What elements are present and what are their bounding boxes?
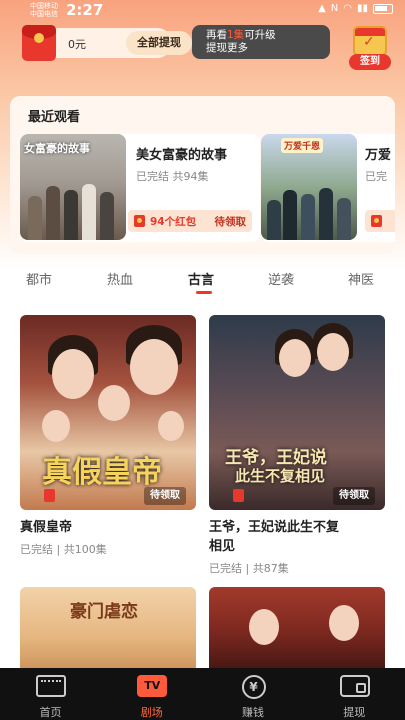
thumbnail-caption: 万爱千恩 (281, 138, 324, 153)
recent-item-title: 万爱 (365, 148, 392, 163)
nav-theater[interactable]: TV 剧场 (101, 668, 202, 720)
red-packet-reward-button[interactable]: 94个红包 待领取 (128, 210, 252, 232)
recently-watched-panel: 最近观看 女富豪的故事 美女富豪的故事 已完结 共94集 94个红包 待领取 万… (10, 96, 395, 254)
carrier-info: 中国移动 中国电信 (30, 2, 58, 18)
tab-guyan[interactable]: 古言 (188, 269, 214, 288)
drama-card[interactable]: 王爷，王妃说 此生不复相见 待领取 王爷，王妃说此生不复 相见 已完结 | 共8… (209, 315, 387, 576)
nav-label: 剧场 (140, 706, 163, 719)
promo-line-1: 再看1集可升级 (206, 29, 330, 42)
nav-label: 首页 (39, 706, 62, 719)
promo-post: 可升级 (244, 29, 276, 41)
checkin-label: 签到 (349, 54, 391, 70)
tv-icon: TV (137, 675, 168, 697)
recently-watched-title: 最近观看 (28, 110, 81, 125)
red-packet-icon (233, 489, 244, 502)
signal-icon: ▮▮ (356, 3, 368, 14)
poster-reward-badge[interactable]: 待领取 (233, 487, 385, 505)
withdraw-all-button[interactable]: 全部提现 (126, 31, 192, 55)
battery-icon (373, 3, 393, 14)
drama-poster-partial[interactable] (209, 587, 385, 677)
film-icon (36, 675, 66, 697)
wallet-pill: 0元 全部提现 (22, 25, 192, 61)
poster-title: 豪门虐恋 (70, 602, 138, 622)
carrier-2: 中国电信 (30, 10, 58, 18)
reward-count: 94个红包 (150, 216, 197, 228)
drama-title: 真假皇帝 (20, 520, 73, 535)
red-packet-reward-button[interactable] (365, 210, 395, 232)
red-packet-icon (371, 215, 382, 227)
drama-title: 王爷，王妃说此生不复 相见 (209, 518, 387, 556)
bottom-nav: 首页 TV 剧场 ¥ 赚钱 提现 (0, 668, 405, 720)
reward-claim-label: 待领取 (333, 487, 375, 505)
status-bar: 中国移动 中国电信 2:27 ▲ N ◠ ▮▮ (0, 0, 405, 22)
tab-shenyi[interactable]: 神医 (348, 269, 374, 288)
reward-claim-label: 待领取 (144, 487, 186, 505)
promo-highlight: 1集 (227, 29, 245, 41)
drama-poster-partial[interactable]: 豪门虐恋 (20, 587, 196, 677)
drama-meta: 已完结 | 共87集 (209, 562, 289, 575)
recent-item[interactable]: 女富豪的故事 美女富豪的故事 已完结 共94集 94个红包 待领取 (20, 134, 260, 242)
promo-pre: 再看 (206, 29, 227, 41)
recent-item-meta: 已完结 共94集 (136, 170, 209, 183)
red-envelope-icon (22, 25, 56, 61)
nav-earn[interactable]: ¥ 赚钱 (203, 668, 304, 720)
tab-rexue[interactable]: 热血 (107, 269, 133, 288)
poster-subtitle: 此生不复相见 (235, 467, 326, 485)
nav-label: 赚钱 (242, 706, 264, 719)
nav-label: 提现 (343, 706, 366, 719)
recent-item-thumbnail: 万爱千恩 (261, 134, 357, 240)
red-packet-icon (134, 215, 145, 227)
status-icons: ▲ N ◠ ▮▮ (318, 3, 393, 14)
tab-dushi[interactable]: 都市 (26, 269, 52, 288)
drama-title-line-1: 王爷，王妃说此生不复 (209, 520, 340, 535)
nfc-icon: N (330, 3, 339, 14)
thumbnail-caption: 女富豪的故事 (24, 142, 90, 155)
yen-coin-icon: ¥ (241, 675, 266, 699)
nav-home[interactable]: 首页 (0, 668, 101, 720)
wallet-icon (339, 675, 370, 697)
clock: 2:27 (66, 1, 104, 19)
drama-title-line-2: 相见 (209, 539, 236, 554)
thumbnail-figures (20, 170, 126, 240)
red-packet-icon (44, 489, 55, 502)
drama-card[interactable]: 真假皇帝 待领取 真假皇帝 已完结 | 共100集 (20, 315, 198, 557)
active-tab-indicator (196, 291, 212, 294)
checkin-button[interactable]: ✓ 签到 (347, 24, 393, 70)
wifi-icon: ◠ (343, 3, 352, 14)
balance-amount: 0元 (68, 38, 86, 51)
promo-line-2: 提现更多 (206, 42, 248, 54)
poster-reward-badge[interactable]: 待领取 (44, 487, 196, 505)
reward-claim-label: 待领取 (214, 216, 247, 228)
recent-item-thumbnail: 女富豪的故事 (20, 134, 126, 240)
check-icon: ✓ (363, 34, 375, 50)
notification-icon: ▲ (318, 3, 326, 14)
drama-poster: 王爷，王妃说 此生不复相见 待领取 (209, 315, 385, 510)
upgrade-promo-bubble[interactable]: 再看1集可升级 提现更多 (192, 25, 330, 59)
drama-meta: 已完结 | 共100集 (20, 543, 107, 556)
recent-item-meta: 已完 (365, 170, 387, 183)
drama-poster: 真假皇帝 待领取 (20, 315, 196, 510)
poster-title: 真假皇帝 (42, 455, 162, 490)
thumbnail-figures (261, 170, 357, 240)
tab-nixi[interactable]: 逆袭 (268, 269, 294, 288)
recent-item[interactable]: 万爱千恩 万爱 已完 (261, 134, 395, 242)
recent-item-title: 美女富豪的故事 (136, 148, 228, 163)
carrier-1: 中国移动 (30, 2, 58, 10)
nav-withdraw[interactable]: 提现 (304, 668, 405, 720)
